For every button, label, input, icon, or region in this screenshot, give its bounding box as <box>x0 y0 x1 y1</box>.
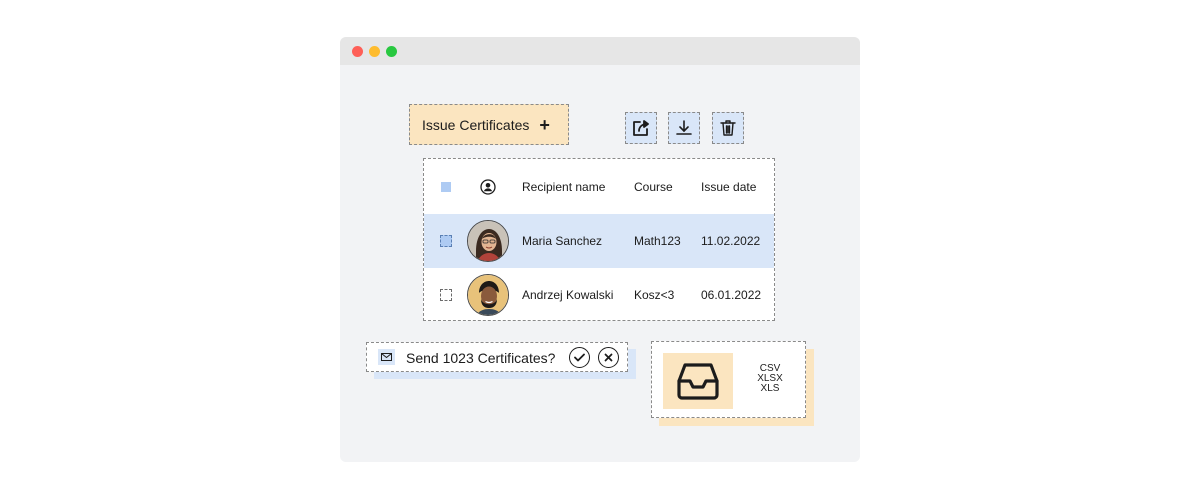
column-header-course[interactable]: Course <box>634 180 673 194</box>
recipient-name: Maria Sanchez <box>522 234 603 248</box>
cancel-button[interactable] <box>598 347 619 368</box>
user-icon <box>480 178 496 195</box>
issue-certificates-label: Issue Certificates <box>422 116 530 133</box>
format-xls[interactable]: XLS <box>748 384 792 394</box>
issue-certificates-button[interactable]: Issue Certificates + <box>409 104 569 145</box>
avatar <box>467 220 509 262</box>
export-formats-list: CSV XLSX XLS <box>748 364 792 394</box>
download-icon <box>676 120 692 135</box>
mail-icon <box>378 349 395 365</box>
certificates-table: Recipient name Course Issue date Maria S… <box>423 158 775 321</box>
course-name: Kosz<3 <box>634 288 675 302</box>
table-header-row: Recipient name Course Issue date <box>424 159 774 214</box>
table-row[interactable]: Andrzej Kowalski Kosz<3 06.01.2022 <box>424 268 774 322</box>
row-checkbox[interactable] <box>440 289 452 301</box>
column-header-recipient[interactable]: Recipient name <box>522 180 605 194</box>
check-icon <box>574 353 585 362</box>
close-icon <box>604 353 613 362</box>
row-checkbox[interactable] <box>440 235 452 247</box>
share-icon <box>633 120 649 136</box>
delete-button[interactable] <box>712 112 744 144</box>
plus-icon: + <box>539 114 550 135</box>
course-name: Math123 <box>634 234 681 248</box>
export-panel[interactable]: CSV XLSX XLS <box>651 341 806 418</box>
window-titlebar <box>340 37 860 65</box>
select-all-checkbox[interactable] <box>441 181 451 192</box>
close-window-button[interactable] <box>352 46 363 57</box>
maximize-window-button[interactable] <box>386 46 397 57</box>
send-confirmation-bar: Send 1023 Certificates? <box>366 342 628 372</box>
confirm-button[interactable] <box>569 347 590 368</box>
share-button[interactable] <box>625 112 657 144</box>
trash-icon <box>720 120 736 136</box>
recipient-name: Andrzej Kowalski <box>522 288 614 302</box>
table-row[interactable]: Maria Sanchez Math123 11.02.2022 <box>424 214 774 268</box>
issue-date: 06.01.2022 <box>701 288 762 302</box>
issue-date: 11.02.2022 <box>701 234 761 248</box>
minimize-window-button[interactable] <box>369 46 380 57</box>
column-header-date[interactable]: Issue date <box>701 180 756 194</box>
avatar <box>467 274 509 316</box>
inbox-icon <box>677 363 719 400</box>
download-button[interactable] <box>668 112 700 144</box>
inbox-tile[interactable] <box>663 353 733 409</box>
send-certificates-prompt: Send 1023 Certificates? <box>406 350 556 366</box>
